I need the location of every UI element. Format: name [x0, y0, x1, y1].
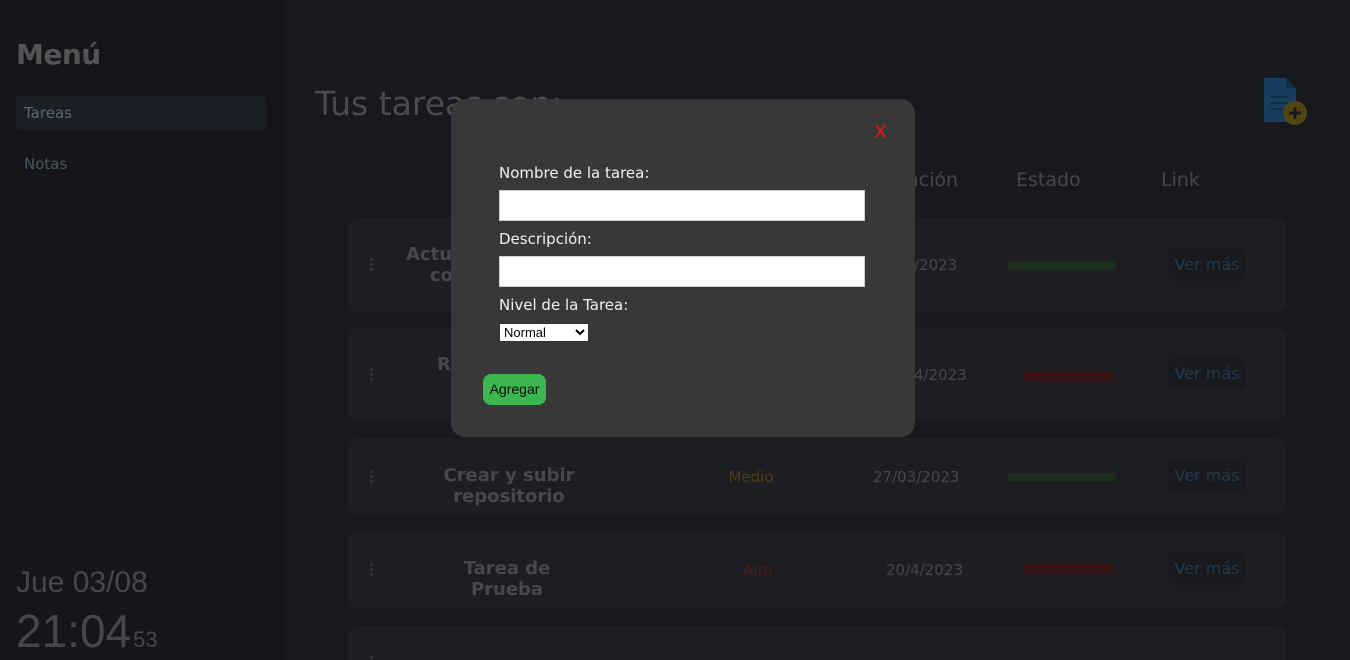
task-name-input[interactable]: [499, 190, 865, 221]
task-level-label: Nivel de la Tarea:: [499, 296, 629, 314]
agregar-button[interactable]: Agregar: [483, 374, 546, 405]
app-root: Menú Tareas Notas Jue 03/08 21:0453 Tus …: [0, 0, 1350, 660]
task-level-select[interactable]: Normal: [499, 323, 589, 342]
task-description-label: Descripción:: [499, 230, 592, 248]
task-description-input[interactable]: [499, 256, 865, 287]
add-task-modal: X Nombre de la tarea: Descripción: Nivel…: [451, 99, 915, 437]
close-button[interactable]: X: [874, 121, 887, 143]
task-name-label: Nombre de la tarea:: [499, 164, 650, 182]
